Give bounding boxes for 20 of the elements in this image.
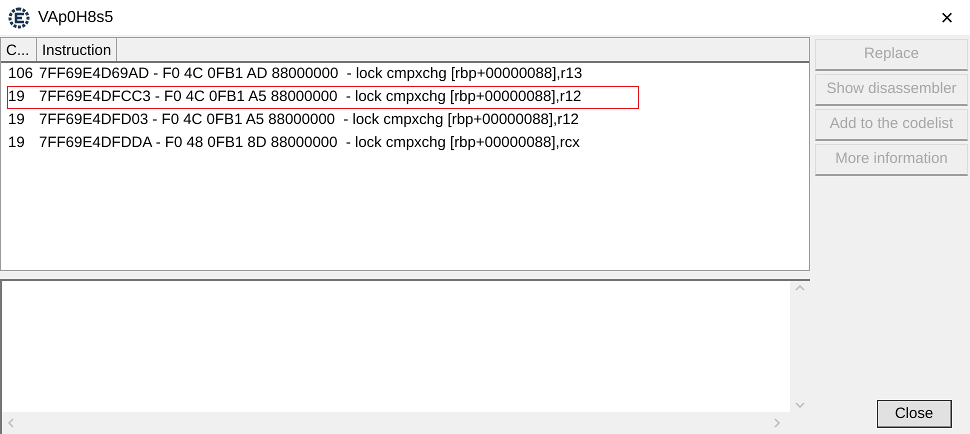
window-title: VAp0H8s5 (38, 8, 114, 28)
text-area[interactable] (0, 279, 810, 434)
table-row[interactable]: 106 7FF69E4D69AD - F0 4C 0FB1 AD 88000000 - lock cmpxchg [rbp+00000088],r13 (7, 63, 639, 86)
instruction-cell-text: 7FF69E4DFCC3 - F0 4C 0FB1 A5 88000000 - lock cmpxchg [rbp+00000088],r12 (39, 87, 582, 108)
horizontal-scrollbar[interactable] (2, 412, 810, 434)
close-button[interactable]: × (924, 6, 970, 30)
instruction-cell-text: 7FF69E4D69AD - F0 4C 0FB1 AD 88000000 - lock cmpxchg [rbp+00000088],r13 (39, 64, 582, 84)
table-row[interactable]: 19 7FF69E4DFD03 - F0 4C 0FB1 A5 88000000 - lock cmpxchg [rbp+00000088],r12 (7, 109, 639, 132)
count-cell-text: 19 (8, 133, 26, 154)
table-row[interactable]: 19 7FF69E4DFCC3 - F0 4C 0FB1 A5 88000000 - lock cmpxchg [rbp+00000088],r12 (7, 86, 639, 109)
count-cell-text: 19 (8, 87, 26, 108)
table-row[interactable]: 19 7FF69E4DFDDA - F0 48 0FB1 8D 88000000 - lock cmpxchg [rbp+00000088],rcx (7, 132, 639, 155)
close-button[interactable]: Close (876, 400, 952, 428)
instruction-cell-text: 7FF69E4DFD03 - F0 4C 0FB1 A5 88000000 - lock cmpxchg [rbp+00000088],r12 (39, 110, 579, 130)
count-cell-text: 19 (8, 110, 26, 130)
count-cell-text: 106 (8, 64, 34, 84)
gear-icon (8, 6, 30, 28)
instruction-cell-text: 7FF69E4DFDDA - F0 48 0FB1 8D 88000000 - lock cmpxchg [rbp+00000088],rcx (39, 133, 580, 154)
column-header[interactable]: C... (1, 38, 37, 61)
column-header[interactable]: Instruction (37, 38, 118, 61)
